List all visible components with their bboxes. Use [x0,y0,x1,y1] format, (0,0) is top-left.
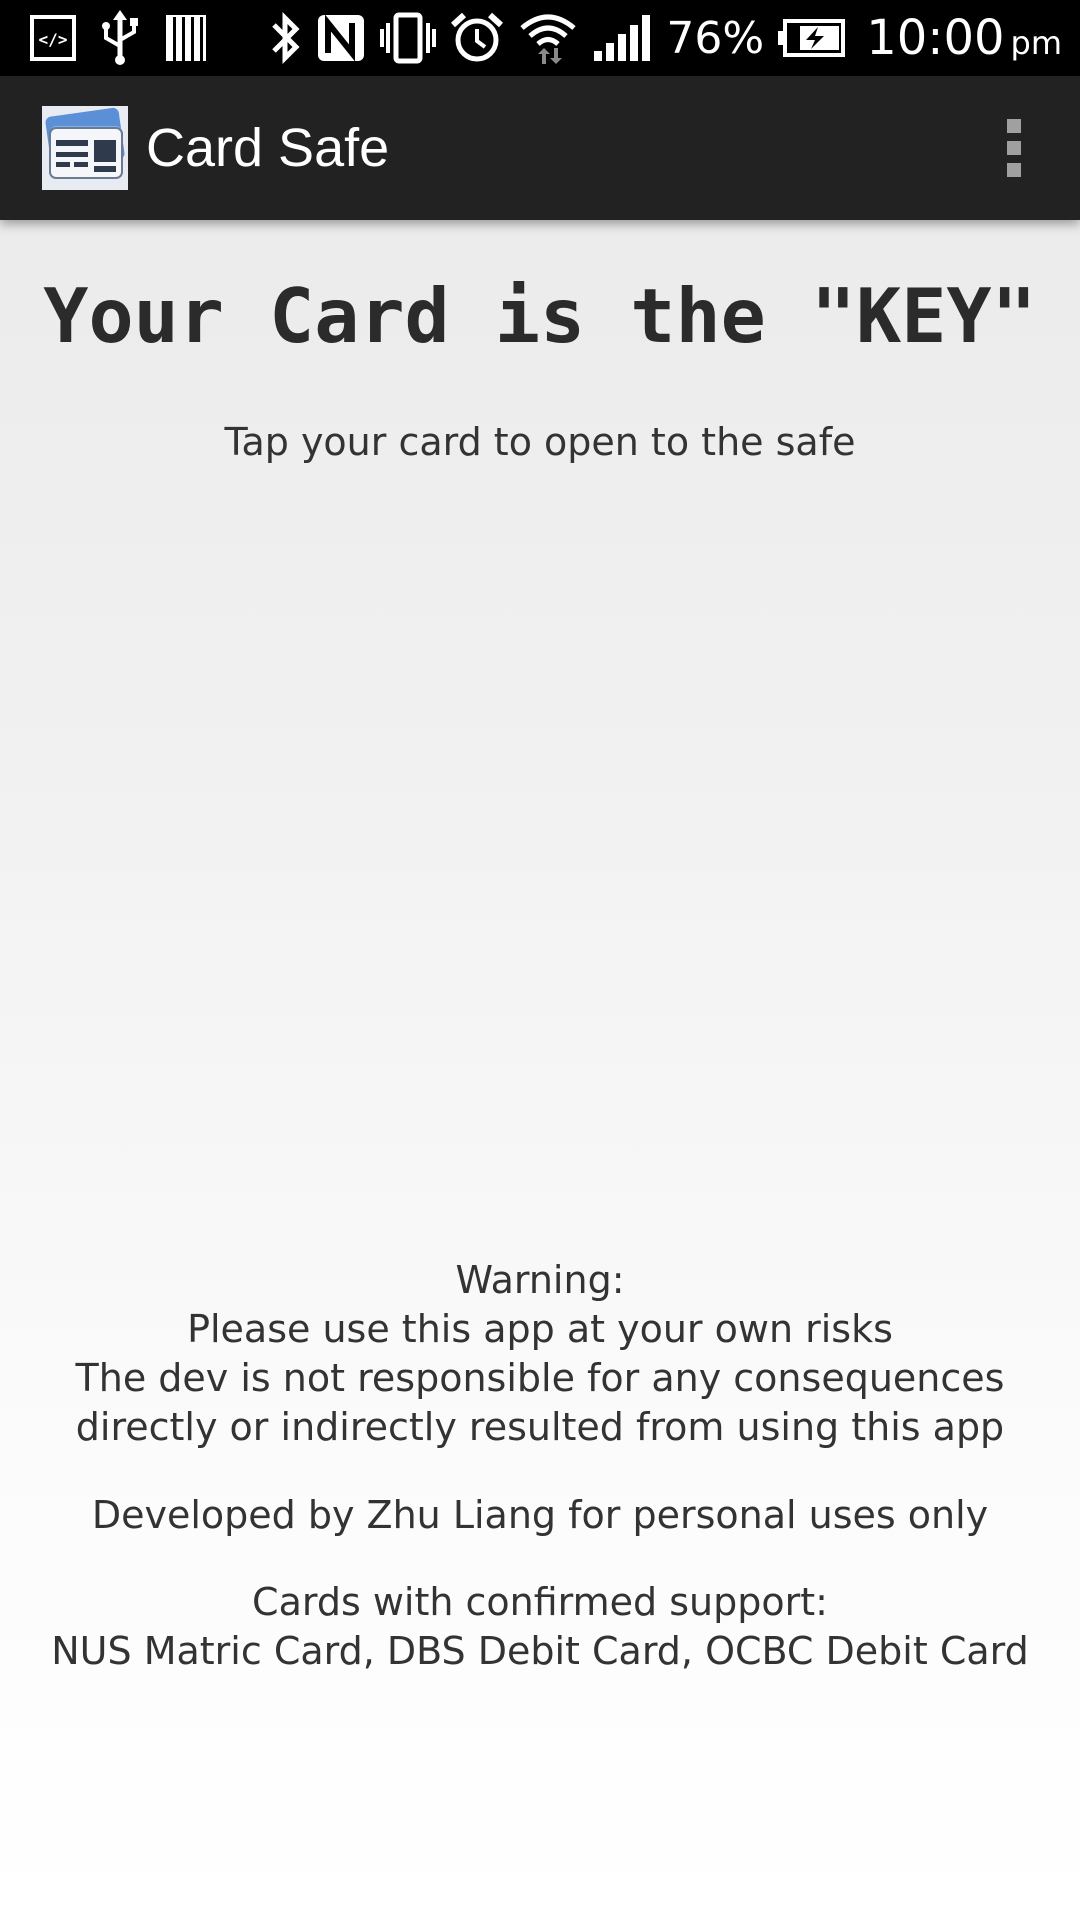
supported-cards-line: Cards with confirmed support: [252,1580,828,1624]
status-bar: </> 76% 10:00 pm [0,0,1080,76]
warning-notice: Warning: Please use this app at your own… [0,1256,1080,1452]
usb-icon [98,10,142,66]
warning-line: directly or indirectly resulted from usi… [75,1405,1005,1449]
vibrate-icon [380,11,437,65]
overflow-menu-icon[interactable] [988,110,1040,186]
status-left-icons: </> [30,8,208,68]
bluetooth-icon [268,11,302,65]
warning-line: The dev is not responsible for any conse… [75,1356,1005,1400]
app-title: Card Safe [146,118,390,178]
overflow-dot [1007,141,1021,155]
warning-line: Warning: [455,1258,625,1302]
clock-ampm: pm [1010,24,1062,62]
warning-line: Please use this app at your own risks [187,1307,893,1351]
overflow-dot [1007,119,1021,133]
status-clock: 10:00 pm [866,10,1062,66]
status-right-icons: 76% 10:00 pm [268,8,1062,68]
developer-line: Developed by Zhu Liang for personal uses… [91,1493,989,1537]
signal-icon [592,13,652,63]
developer-mode-icon: </> [30,15,76,61]
overflow-dot [1007,163,1021,177]
battery-charging-icon [778,18,846,58]
nfc-icon [316,13,366,63]
clock-time: 10:00 [866,10,1005,66]
developer-note: Developed by Zhu Liang for personal uses… [0,1491,1080,1540]
action-bar: Card Safe [0,76,1080,220]
svg-text:</>: </> [39,30,68,49]
card-safe-app-icon[interactable] [42,106,128,190]
battery-percent: 76% [666,12,765,64]
page-headline: Your Card is the "KEY" [43,272,1037,360]
wifi-icon [518,8,578,68]
supported-cards-line: NUS Matric Card, DBS Debit Card, OCBC De… [51,1629,1029,1673]
supported-cards: Cards with confirmed support: NUS Matric… [0,1578,1080,1676]
tap-card-instruction: Tap your card to open to the safe [224,420,856,464]
alarm-icon [450,11,504,65]
sd-card-icon [164,13,208,63]
